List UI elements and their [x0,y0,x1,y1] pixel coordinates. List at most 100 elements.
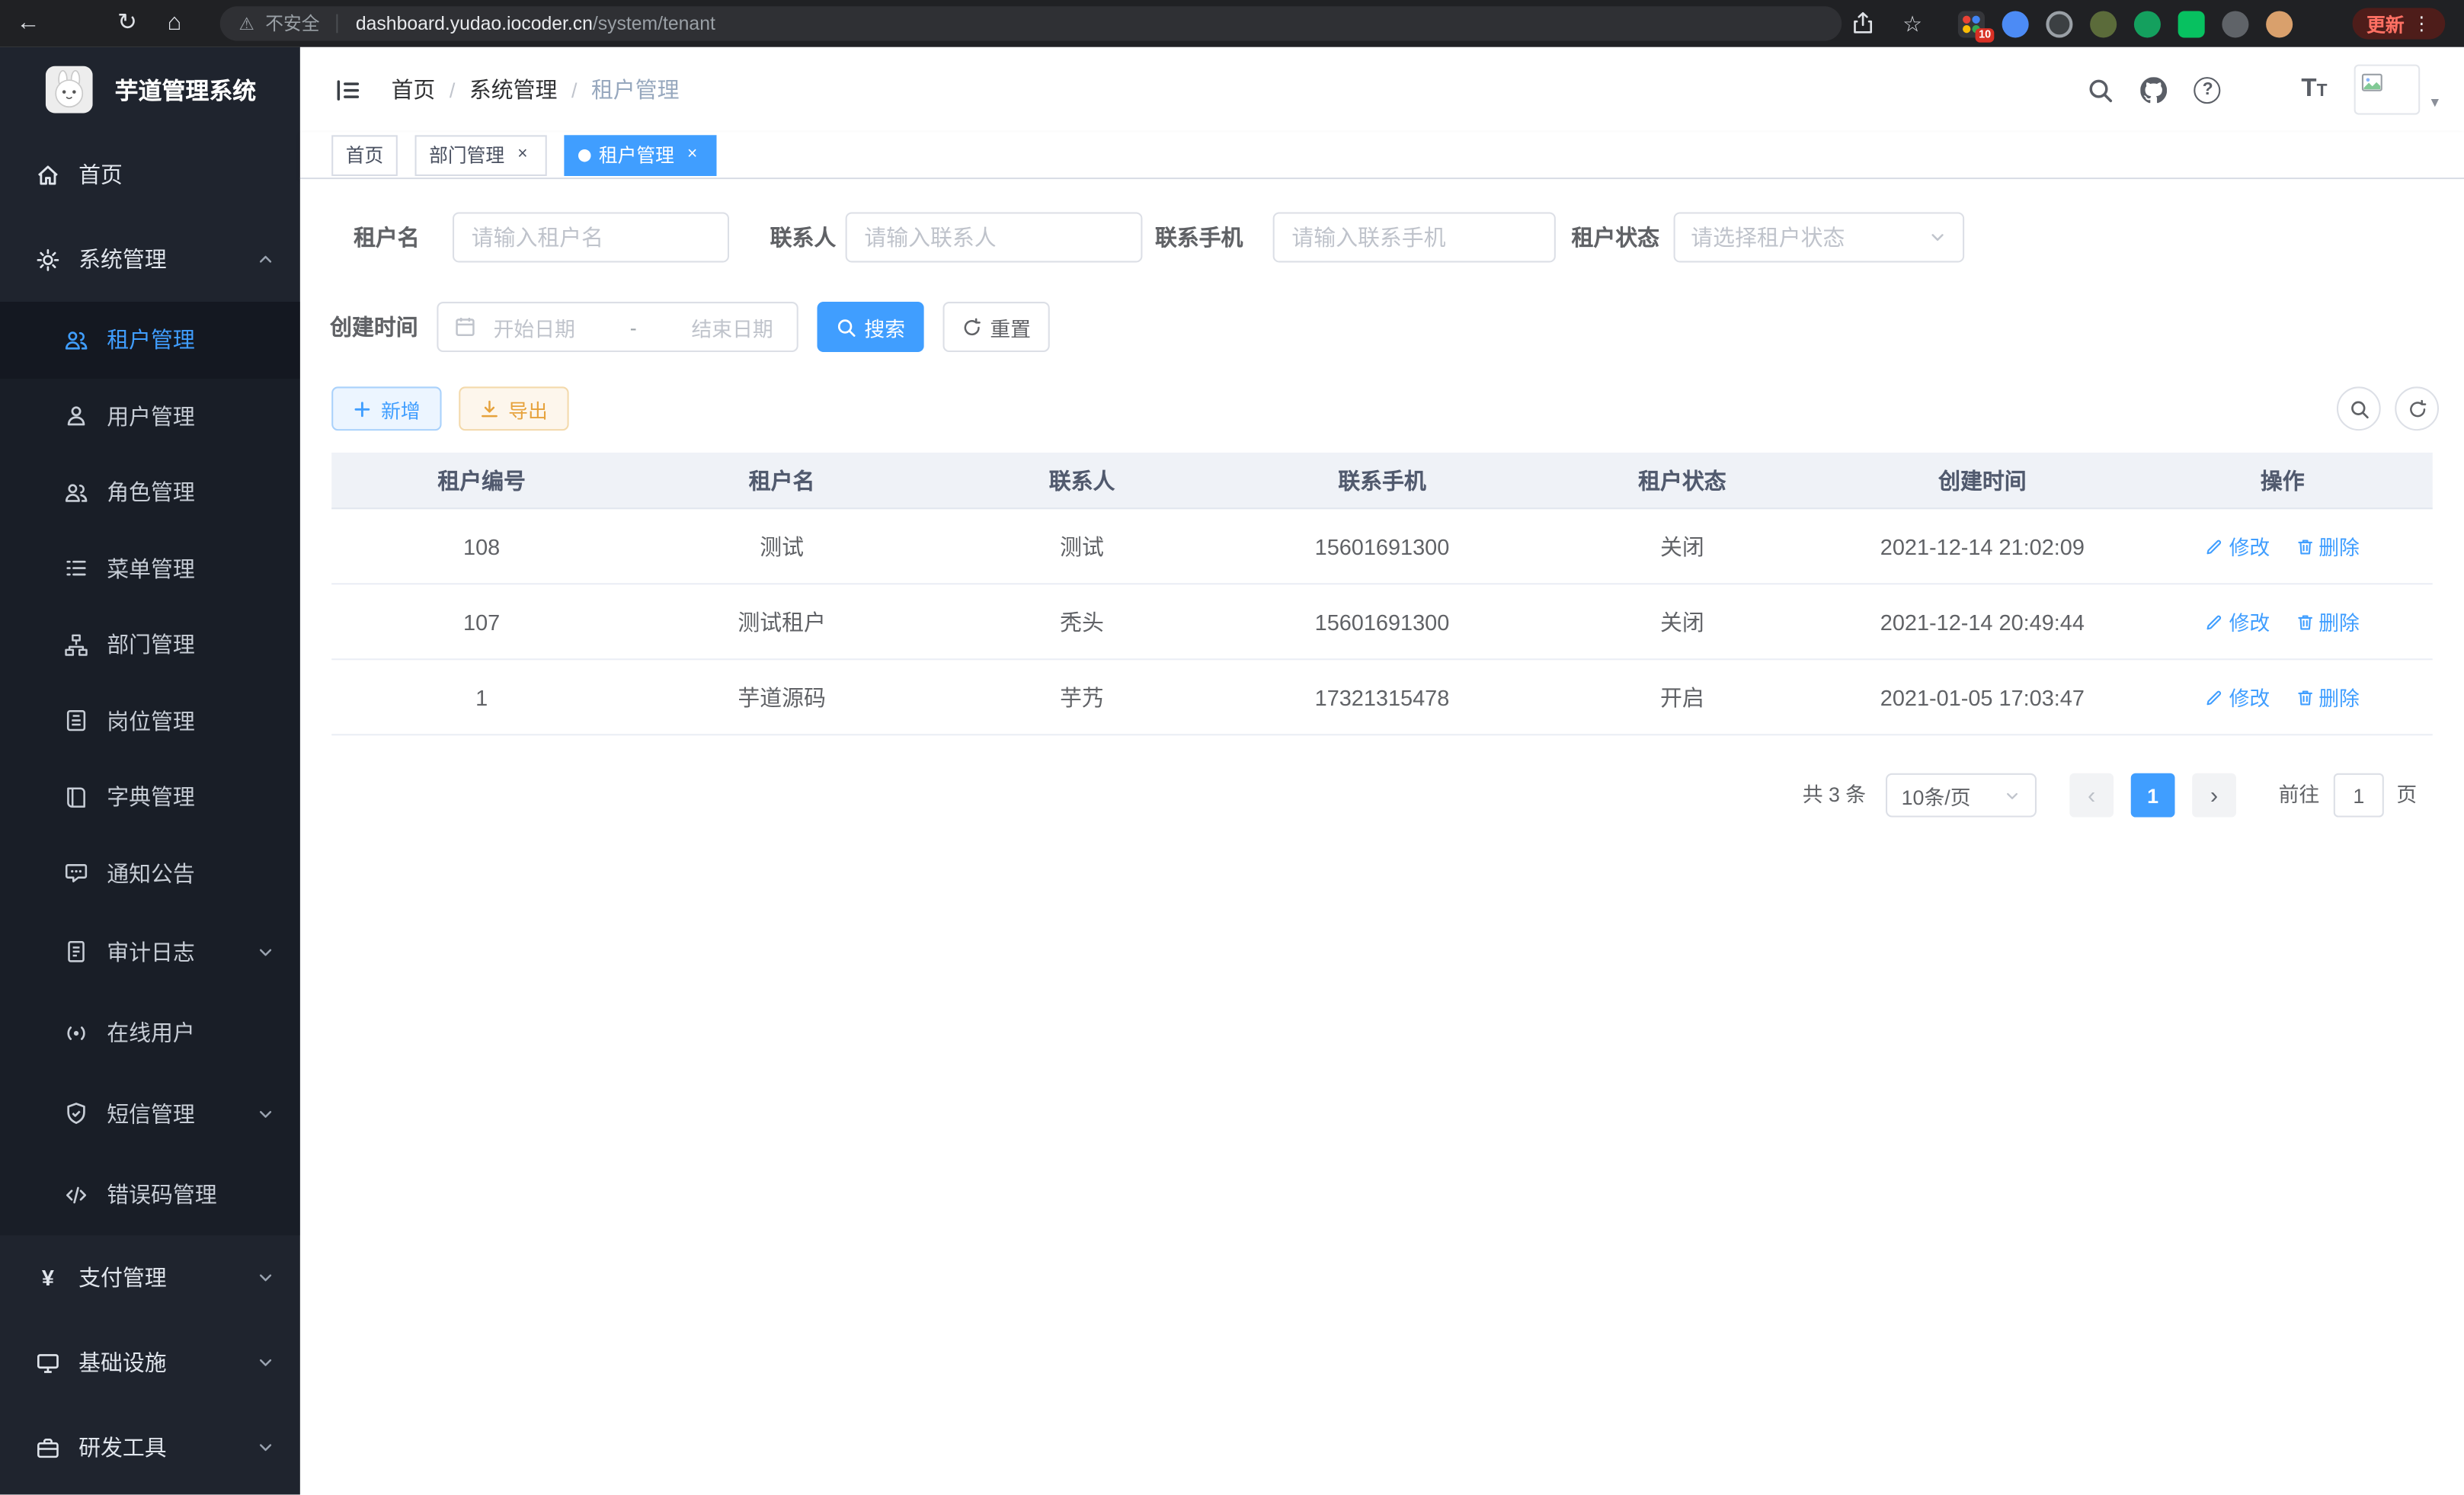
phone-input[interactable] [1273,212,1556,262]
tab-home[interactable]: 首页 [331,134,398,175]
bookmark-star-icon[interactable]: ☆ [1896,0,1928,47]
browser-reload-icon[interactable]: ↻ [108,0,146,47]
sidebar-item-user-management[interactable]: 用户管理 [0,378,300,454]
sidebar-item-error-code[interactable]: 错误码管理 [0,1154,300,1235]
font-size-icon[interactable]: TT [2301,75,2327,104]
browser-back-icon[interactable]: ← [9,0,47,47]
delete-link[interactable]: 删除 [2295,682,2360,712]
edit-link[interactable]: 修改 [2206,531,2270,561]
extension-icon[interactable] [2090,10,2117,37]
page-number-button[interactable]: 1 [2131,773,2175,818]
edit-icon [2206,687,2225,706]
cell-tenant-id: 1 [331,684,632,709]
search-icon[interactable] [2088,76,2114,103]
address-bar[interactable]: ⚠ 不安全 dashboard.yudao.iocoder.cn/system/… [220,6,1842,40]
browser-home-icon[interactable]: ⌂ [155,0,194,47]
contact-input[interactable] [846,212,1143,262]
tab-tenant-management[interactable]: 租户管理 × [565,134,717,175]
browser-menu-icon[interactable]: ⋮ [2412,13,2431,35]
cell-status: 关闭 [1532,530,1832,562]
goto-label: 前往 [2279,773,2320,818]
sidebar-item-home[interactable]: 首页 [0,132,300,216]
add-button[interactable]: 新增 [331,386,441,431]
app-logo[interactable]: 芋道管理系统 [0,47,300,132]
breadcrumb-item[interactable]: 系统管理 [469,74,558,105]
user-icon [65,405,88,428]
delete-link[interactable]: 删除 [2295,531,2360,561]
tenant-name-input[interactable] [453,212,729,262]
app-title: 芋道管理系统 [115,73,257,106]
extension-icon[interactable] [2046,10,2072,37]
browser-update-button[interactable]: 更新 ⋮ [2353,8,2446,39]
status-label: 租户状态 [1572,212,1660,262]
button-label: 导出 [508,394,548,424]
prev-page-button[interactable]: ‹ [2069,773,2114,818]
extension-icon[interactable] [2134,10,2161,37]
sidebar-item-label: 支付管理 [78,1262,167,1293]
chevron-down-icon[interactable]: ▾ [2431,94,2439,111]
delete-link[interactable]: 删除 [2295,607,2360,636]
sidebar-item-payment[interactable]: ¥ 支付管理 [0,1235,300,1320]
app-header: 首页 / 系统管理 / 租户管理 ? TT ▾ [300,47,2464,132]
logo-image [46,66,93,114]
page-size-select[interactable]: 10条/页 [1886,773,2037,818]
sidebar-item-label: 租户管理 [107,324,195,355]
sidebar-item-dev-tools[interactable]: 研发工具 [0,1405,300,1490]
tab-dept-management[interactable]: 部门管理 × [415,134,547,175]
edit-link[interactable]: 修改 [2206,607,2270,636]
sidebar-item-notice[interactable]: 通知公告 [0,835,300,911]
reset-button[interactable]: 重置 [943,302,1050,352]
sidebar-item-tenant-management[interactable]: 租户管理 [0,302,300,378]
github-icon[interactable] [2141,76,2168,103]
export-button[interactable]: 导出 [459,386,568,431]
button-label: 搜索 [864,312,905,341]
code-icon [65,1183,88,1207]
extension-icon[interactable] [2178,10,2205,37]
sidebar-item-online-users[interactable]: 在线用户 [0,992,300,1073]
refresh-table-button[interactable] [2395,386,2439,431]
tenant-status-select[interactable]: 请选择租户状态 [1674,212,1965,262]
extension-badge: 10 [1976,27,1994,42]
extensions-puzzle-icon[interactable] [2222,10,2248,37]
close-icon[interactable]: × [512,145,533,165]
tabs-bar: 首页 部门管理 × 租户管理 × [300,132,2464,179]
edit-link[interactable]: 修改 [2206,682,2270,712]
toggle-search-button[interactable] [2337,386,2381,431]
phone-label: 联系手机 [1155,212,1243,262]
help-icon[interactable]: ? [2194,76,2221,103]
next-page-button[interactable]: › [2192,773,2236,818]
fullscreen-icon[interactable] [2248,76,2274,103]
document-icon [65,940,88,964]
trash-icon [2295,536,2314,555]
sidebar-item-dict-management[interactable]: 字典管理 [0,759,300,835]
sidebar-item-menu-management[interactable]: 菜单管理 [0,530,300,607]
active-dot [578,149,591,162]
avatar[interactable] [2354,65,2421,115]
sidebar-item-role-management[interactable]: 角色管理 [0,454,300,530]
broken-image-icon [2360,71,2384,94]
chevron-down-icon [256,1438,275,1457]
search-button[interactable]: 搜索 [818,302,924,352]
cell-created: 2021-01-05 17:03:47 [1832,684,2133,709]
sidebar-item-system-management[interactable]: 系统管理 [0,217,300,302]
sidebar-item-infrastructure[interactable]: 基础设施 [0,1321,300,1405]
dot [1963,24,1970,32]
create-time-range-picker[interactable]: 开始日期 - 结束日期 [437,302,798,352]
table-row: 1 芋道源码 芋艿 17321315478 开启 2021-01-05 17:0… [331,660,2433,735]
share-icon[interactable] [1851,11,1875,34]
breadcrumb-item[interactable]: 首页 [392,74,436,105]
extension-icon[interactable] [2002,10,2029,37]
sidebar-item-post-management[interactable]: 岗位管理 [0,683,300,759]
close-icon[interactable]: × [682,145,702,165]
sidebar-item-audit-log[interactable]: 审计日志 [0,911,300,992]
table-row: 108 测试 测试 15601691300 关闭 2021-12-14 21:0… [331,509,2433,584]
sidebar-item-sms-management[interactable]: 短信管理 [0,1074,300,1154]
column-header: 租户名 [632,464,932,495]
extension-icon[interactable]: 10 [1958,10,1985,37]
sidebar-toggle-icon[interactable] [334,77,361,104]
cell-phone: 15601691300 [1232,609,1532,634]
browser-profile-avatar[interactable] [2266,10,2293,37]
sidebar-item-dept-management[interactable]: 部门管理 [0,607,300,683]
divider [337,14,338,34]
goto-page-input[interactable] [2334,773,2384,818]
